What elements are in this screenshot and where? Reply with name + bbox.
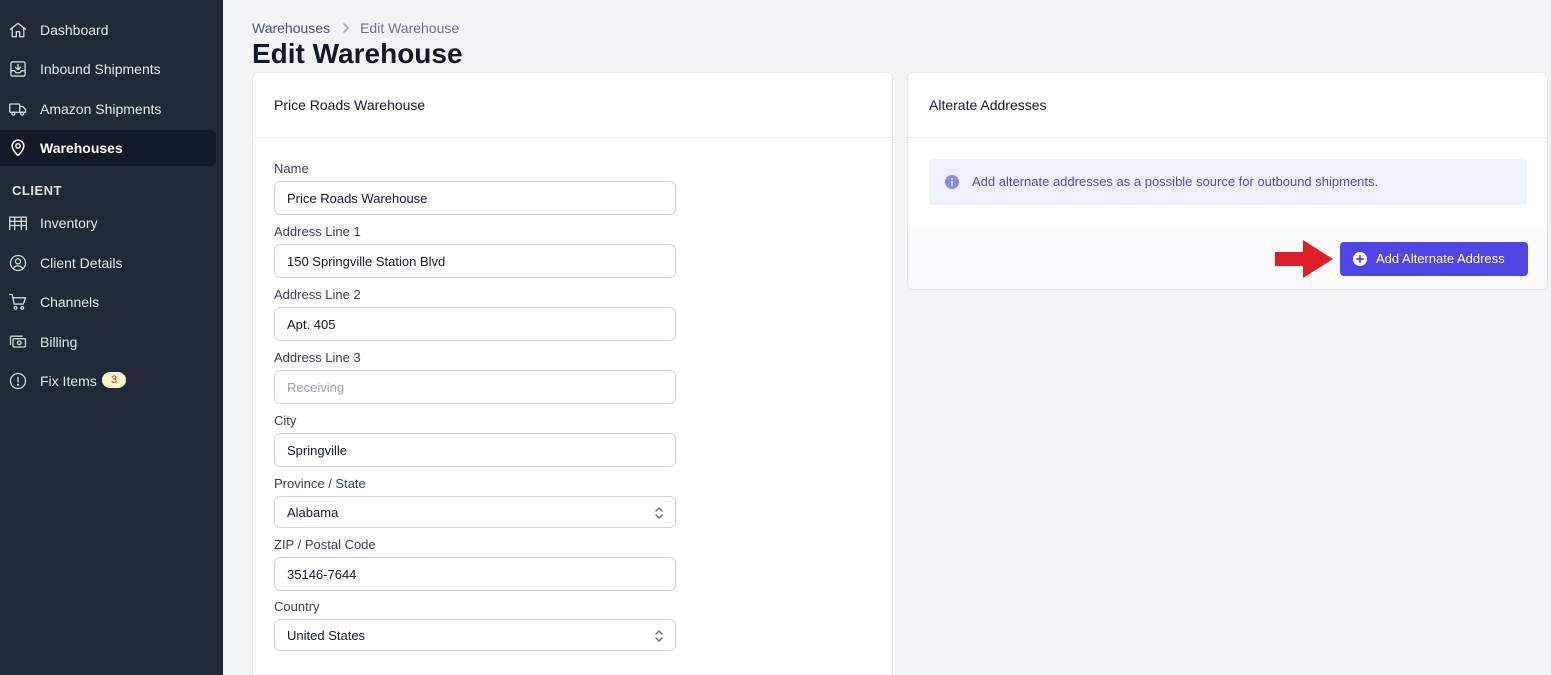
chevron-up-down-icon [653,628,665,644]
sidebar-item-label: Dashboard [40,22,109,38]
sidebar-item-amazon-shipments[interactable]: Amazon Shipments [0,91,216,127]
warehouse-form-header: Price Roads Warehouse [253,73,892,138]
sidebar-item-label: Client Details [40,255,123,271]
breadcrumb-warehouses-link[interactable]: Warehouses [252,20,330,36]
info-icon [944,174,960,190]
address-line-3-label: Address Line 3 [274,350,361,365]
plus-circle-icon [1353,252,1367,266]
sidebar-item-label: Inbound Shipments [40,61,161,77]
sidebar-item-label: Channels [40,294,100,310]
address-line-2-label: Address Line 2 [274,287,361,302]
exclamation-circle-icon [8,371,28,391]
info-alert: Add alternate addresses as a possible so… [929,159,1527,205]
breadcrumb-current: Edit Warehouse [360,20,460,36]
cash-icon [8,332,28,352]
sidebar-item-channels[interactable]: Channels [0,284,216,320]
province-state-value: Alabama [287,504,339,520]
sidebar-item-dashboard[interactable]: Dashboard [0,12,216,48]
add-alternate-address-button[interactable]: Add Alternate Address [1340,242,1528,276]
address-line-2-input[interactable] [274,307,676,341]
sidebar-item-warehouses[interactable]: Warehouses [0,130,216,166]
fix-items-count-badge: 3 [102,372,126,388]
warehouse-shelves-icon [8,213,28,233]
breadcrumb: Warehouses Edit Warehouse [252,20,459,36]
city-input[interactable] [274,433,676,467]
chevron-up-down-icon [653,505,665,521]
sidebar-item-inbound-shipments[interactable]: Inbound Shipments [0,51,216,87]
inbox-download-icon [8,59,28,79]
location-pin-icon [8,138,28,158]
cart-icon [8,292,28,312]
truck-icon [8,99,28,119]
address-line-3-input[interactable] [274,370,676,404]
sidebar-item-billing[interactable]: Billing [0,324,216,360]
address-line-1-label: Address Line 1 [274,224,361,239]
alternate-addresses-header: Alterate Addresses [908,73,1547,138]
zip-postal-code-label: ZIP / Postal Code [274,537,376,552]
province-state-label: Province / State [274,476,366,491]
warehouse-form-card: Price Roads Warehouse Name Address Line … [252,72,893,675]
info-text: Add alternate addresses as a possible so… [972,174,1379,189]
alternate-addresses-footer: Add Alternate Address [908,227,1547,289]
sidebar: Dashboard Inbound Shipments Amazon Shipm… [0,0,223,675]
country-value: United States [287,627,366,643]
sidebar-item-label: Inventory [40,215,98,231]
user-circle-icon [8,253,28,273]
province-state-select[interactable]: Alabama [274,496,676,528]
sidebar-item-label: Warehouses [40,140,123,156]
city-label: City [274,413,297,428]
name-label: Name [274,161,309,176]
country-select[interactable]: United States [274,619,676,651]
sidebar-item-label: Amazon Shipments [40,101,162,117]
add-alternate-address-label: Add Alternate Address [1376,251,1505,266]
home-icon [8,20,28,40]
page-title: Edit Warehouse [252,38,463,69]
name-input[interactable] [274,181,676,215]
sidebar-item-client-details[interactable]: Client Details [0,245,216,281]
address-line-1-input[interactable] [274,244,676,278]
arrow-right-icon [1275,240,1333,278]
sidebar-item-label: Billing [40,334,78,350]
zip-postal-code-input[interactable] [274,557,676,591]
alternate-addresses-card: Alterate Addresses Add alternate address… [907,72,1548,290]
country-label: Country [274,599,320,614]
sidebar-section-client: CLIENT [12,183,62,198]
sidebar-item-fix-items[interactable]: Fix Items 3 [0,363,216,399]
chevron-right-icon [342,21,350,36]
sidebar-item-label: Fix Items [40,373,97,389]
sidebar-item-inventory[interactable]: Inventory [0,205,216,241]
